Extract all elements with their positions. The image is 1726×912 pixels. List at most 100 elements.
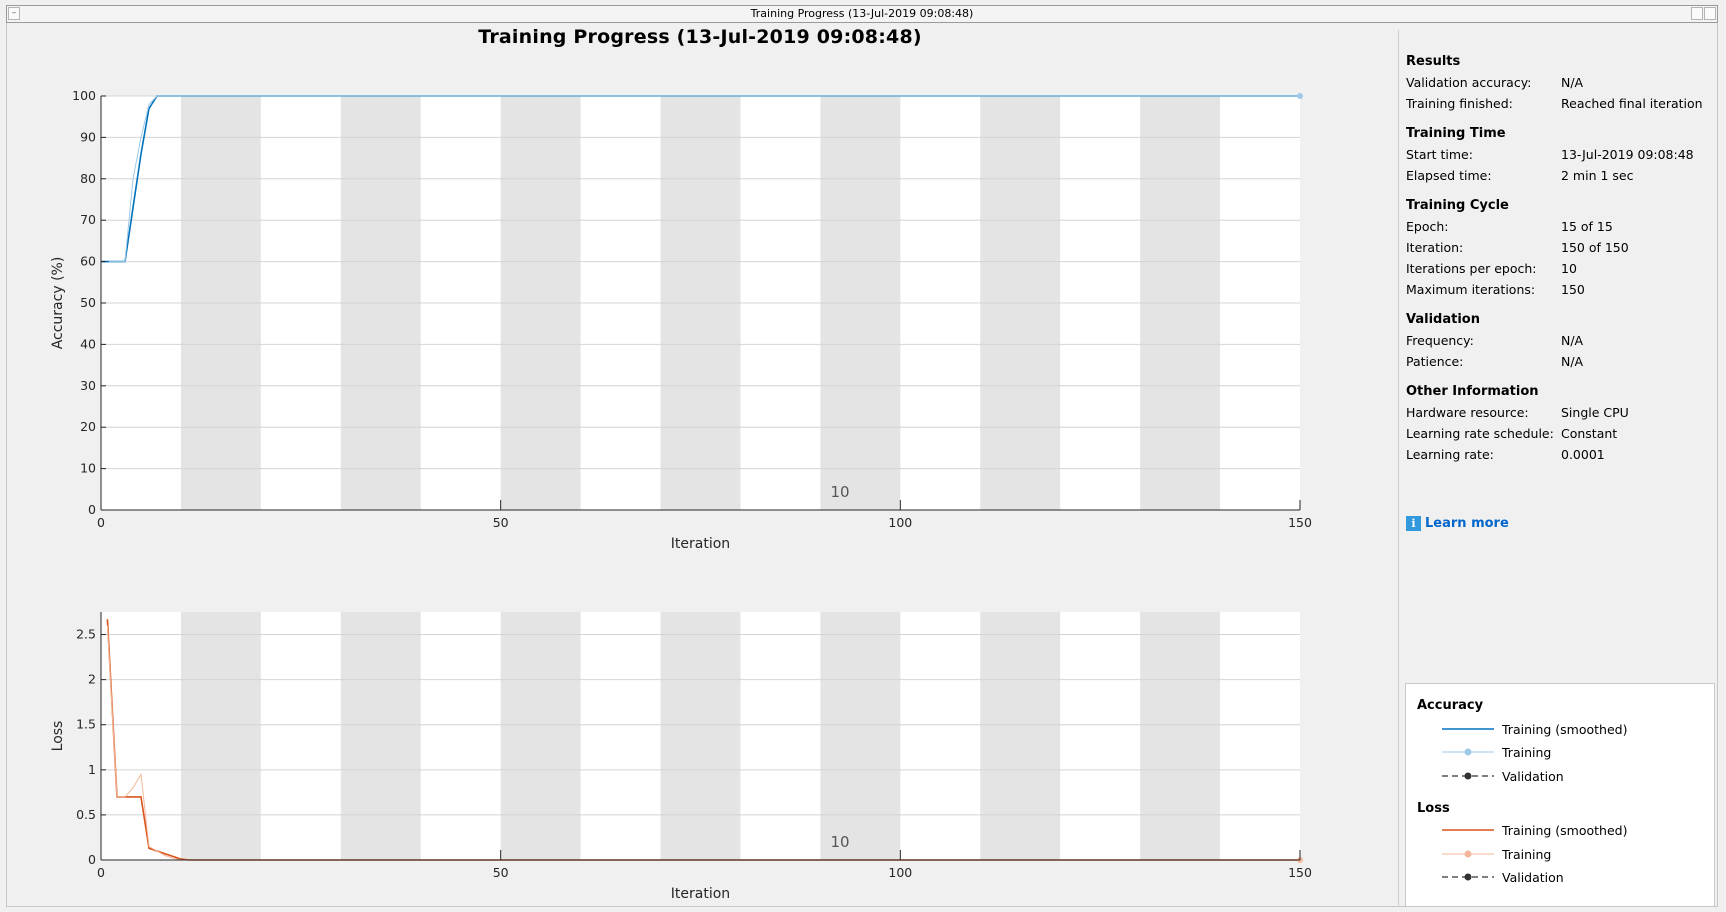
x-tick-label: 100 (888, 865, 912, 880)
x-tick-label: 100 (888, 515, 912, 530)
legend-accuracy-validation: Validation (1440, 766, 1564, 786)
y-tick-label: 0 (88, 502, 96, 517)
info-row: Learning rate schedule: Constant (1406, 423, 1706, 444)
y-axis-label: Accuracy (%) (50, 257, 66, 350)
epoch-band (1140, 612, 1221, 860)
info-key: Elapsed time: (1406, 168, 1492, 183)
info-row: Iteration: 150 of 150 (1406, 237, 1706, 258)
info-row: Epoch: 15 of 15 (1406, 216, 1706, 237)
y-tick-label: 90 (80, 129, 96, 144)
legend-label: Training (smoothed) (1502, 721, 1628, 737)
legend-loss-heading: Loss (1417, 801, 1450, 816)
info-key: Iterations per epoch: (1406, 261, 1537, 276)
info-section: Validation Frequency: N/A Patience: N/A (1406, 310, 1706, 372)
info-key: Hardware resource: (1406, 405, 1529, 420)
y-tick-label: 0.5 (76, 807, 96, 822)
x-tick-label: 0 (97, 515, 105, 530)
legend-loss-training: Training (1440, 844, 1551, 864)
info-key: Frequency: (1406, 333, 1474, 348)
info-value: 150 of 150 (1561, 240, 1629, 255)
plots-area: 01020304050607080901000 50 100 15010Iterati… (50, 88, 1312, 902)
info-row: Patience: N/A (1406, 351, 1706, 372)
legend-label: Training (1502, 846, 1552, 862)
info-row: Validation accuracy: N/A (1406, 72, 1706, 93)
info-key: Start time: (1406, 147, 1473, 162)
epoch-band (980, 612, 1061, 860)
info-section-heading: Training Time (1406, 126, 1506, 141)
info-key: Epoch: (1406, 219, 1449, 234)
epoch-label: 10 (830, 483, 849, 501)
info-value: 0.0001 (1561, 447, 1605, 462)
epoch-band (340, 612, 421, 860)
x-tick-label: 0 (97, 865, 105, 880)
y-tick-label: 1.5 (76, 717, 96, 732)
epoch-band (180, 612, 261, 860)
info-section: Other Information Hardware resource: Singl… (1406, 382, 1706, 465)
info-value: 2 min 1 sec (1561, 168, 1634, 183)
learn-more-link[interactable]: i Learn more (1406, 516, 1509, 531)
x-axis-label: Iteration (671, 886, 730, 902)
y-tick-label: 50 (80, 295, 96, 310)
y-tick-label: 1 (88, 762, 96, 777)
info-value: 10 (1561, 261, 1577, 276)
minimize-button[interactable] (1691, 7, 1703, 20)
info-value: 15 of 15 (1561, 219, 1613, 234)
legend-loss-smoothed: Training (smoothed) (1440, 820, 1627, 840)
plot-legend: Accuracy Training (smoothed) Training Va… (1405, 683, 1715, 907)
info-value: Constant (1561, 426, 1618, 441)
legend-accuracy-smoothed: Training (smoothed) (1440, 719, 1627, 739)
info-section: Training Cycle Epoch: 15 of 15 Iteration: 15… (1406, 196, 1706, 300)
legend-label: Training (1502, 744, 1552, 760)
epoch-band (500, 612, 581, 860)
info-section-heading: Training Cycle (1406, 198, 1509, 213)
info-key: Maximum iterations: (1406, 282, 1536, 297)
info-section-heading: Other Information (1406, 384, 1539, 399)
accuracy-plot: 0 10 20 30 40 50 60 70 80 90 100 0 50 100 150 10 Iterati… (50, 88, 1312, 552)
info-value: Single CPU (1561, 405, 1629, 420)
y-tick-label: 20 (80, 419, 96, 434)
info-row: Hardware resource: Single CPU (1406, 402, 1706, 423)
x-tick-label: 150 (1288, 865, 1312, 880)
info-row: Frequency: N/A (1406, 330, 1706, 351)
y-tick-label: 0 (88, 852, 96, 867)
info-row: Iterations per epoch: 10 (1406, 258, 1706, 279)
legend-label: Validation (1502, 869, 1564, 885)
info-value: N/A (1561, 354, 1584, 369)
epoch-band (660, 612, 741, 860)
series-end-marker (1297, 93, 1303, 99)
info-key: Iteration: (1406, 240, 1464, 255)
y-tick-label: 2 (88, 672, 96, 687)
epoch-band (820, 612, 901, 860)
info-section-heading: Validation (1406, 312, 1480, 327)
info-value: 13-Jul-2019 09:08:48 (1561, 147, 1694, 162)
legend-loss-validation: Validation (1440, 867, 1564, 887)
info-row: Training finished: Reached final iteratio… (1406, 93, 1706, 114)
x-axis-label: Iteration (671, 536, 730, 552)
x-tick-label: 50 (493, 865, 509, 880)
y-tick-label: 40 (80, 336, 96, 351)
training-info: Results Validation accuracy: N/A Training f… (1406, 52, 1706, 475)
info-key: Validation accuracy: (1406, 75, 1532, 90)
info-row: Learning rate: 0.0001 (1406, 444, 1706, 465)
info-value: 150 (1561, 282, 1585, 297)
y-tick-label: 70 (80, 212, 96, 227)
info-value: N/A (1561, 75, 1584, 90)
info-key: Patience: (1406, 354, 1464, 369)
y-tick-label: 80 (80, 171, 96, 186)
info-key: Learning rate: (1406, 447, 1494, 462)
y-tick-label: 10 (80, 461, 96, 476)
info-key: Training finished: (1406, 96, 1513, 111)
legend-accuracy-heading: Accuracy (1417, 698, 1484, 713)
y-tick-label: 2.5 (76, 627, 96, 642)
info-row: Start time: 13-Jul-2019 09:08:48 (1406, 144, 1706, 165)
maximize-button[interactable] (1704, 7, 1716, 20)
y-tick-label: 60 (80, 254, 96, 269)
info-value: Reached final iteration (1561, 96, 1703, 111)
y-tick-label: 30 (80, 378, 96, 393)
legend-label: Validation (1502, 768, 1564, 784)
legend-label: Training (smoothed) (1502, 822, 1628, 838)
info-key: Learning rate schedule: (1406, 426, 1554, 441)
info-value: N/A (1561, 333, 1584, 348)
y-axis-label: Loss (50, 721, 66, 752)
x-tick-label: 150 (1288, 515, 1312, 530)
